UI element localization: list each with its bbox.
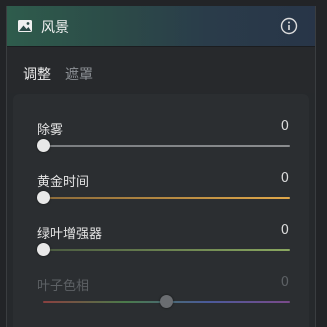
- foliage-enhancer-track[interactable]: [43, 249, 290, 251]
- golden-hour-label: 黄金时间: [37, 175, 90, 190]
- dehaze-slider-thumb[interactable]: [36, 139, 50, 152]
- foliage-hue-label: 叶子色相: [37, 279, 90, 294]
- slider-row-golden-hour: 黄金时间 0: [13, 171, 309, 219]
- dehaze-track[interactable]: [43, 145, 290, 147]
- golden-hour-value[interactable]: 0: [281, 171, 289, 186]
- slider-row-dehaze: 除雾 0: [13, 119, 309, 167]
- landscape-image-icon: [17, 18, 33, 34]
- panel-header[interactable]: 风景: [7, 6, 315, 47]
- tab-mask[interactable]: 遮罩: [65, 64, 93, 84]
- dehaze-value[interactable]: 0: [281, 119, 289, 134]
- tab-bar: 调整 遮罩: [7, 47, 315, 93]
- foliage-hue-value: 0: [280, 275, 289, 290]
- panel-title: 风景: [41, 20, 69, 36]
- adjustment-sliders: 除雾 0 黄金时间 0 绿叶增强器 0 叶子色相 0: [13, 94, 309, 327]
- slider-row-foliage-enhancer: 绿叶增强器 0: [13, 223, 309, 271]
- landscape-panel: 风景 调整 遮罩 除雾 0 黄金时间 0 绿叶增强器 0 叶子色相 0: [6, 6, 316, 327]
- foliage-enhancer-slider-thumb[interactable]: [36, 243, 50, 256]
- info-icon[interactable]: [280, 17, 298, 35]
- golden-hour-track[interactable]: [43, 197, 290, 199]
- foliage-hue-slider-thumb: [160, 295, 173, 308]
- foliage-enhancer-value[interactable]: 0: [281, 223, 289, 238]
- foliage-enhancer-label: 绿叶增强器: [37, 227, 103, 242]
- golden-hour-slider-thumb[interactable]: [36, 191, 50, 204]
- tab-adjust[interactable]: 调整: [23, 64, 51, 84]
- dehaze-label: 除雾: [37, 123, 64, 138]
- slider-row-foliage-hue: 叶子色相 0: [13, 275, 309, 323]
